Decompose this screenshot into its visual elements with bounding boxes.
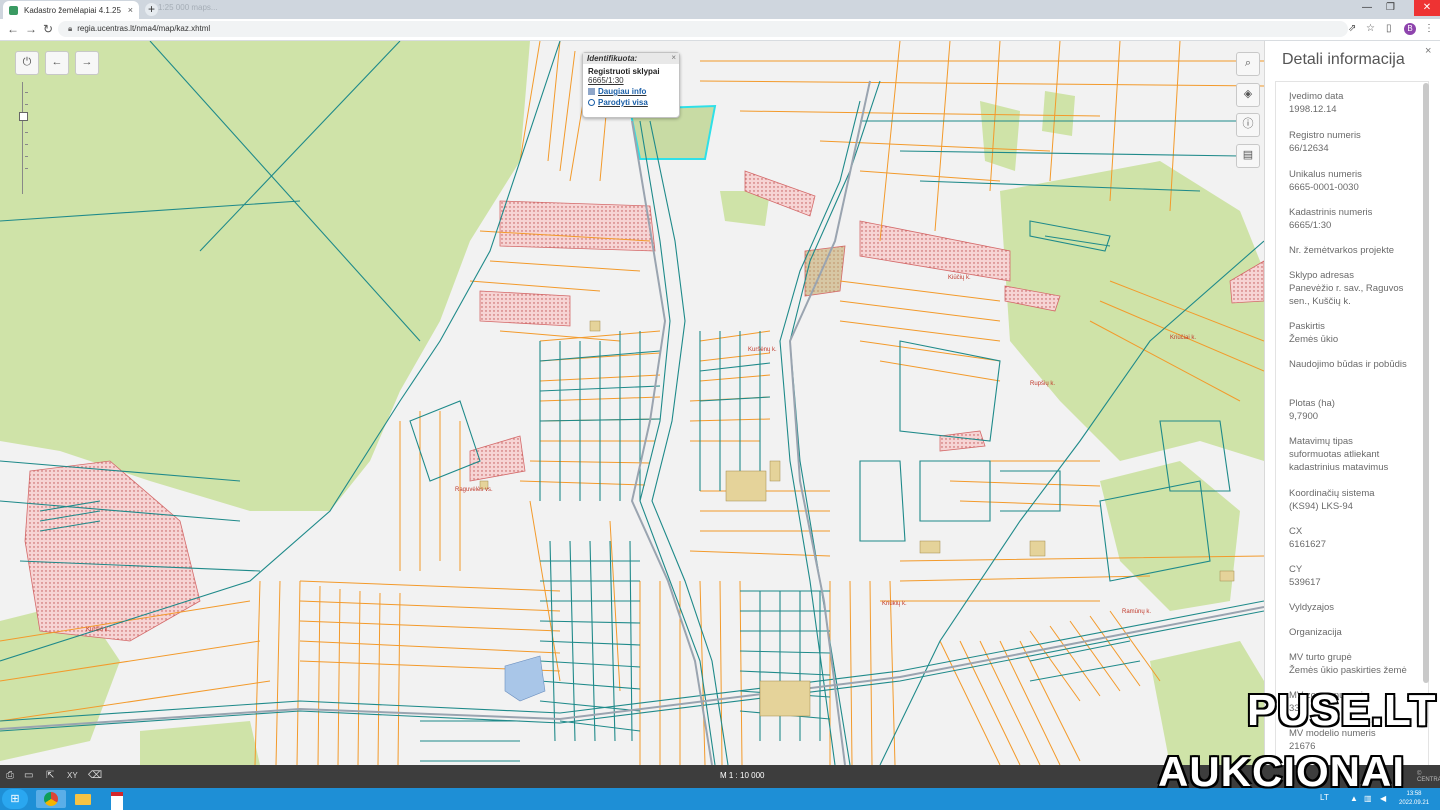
place-label: Raguvėlės vs. (455, 487, 493, 493)
share-icon[interactable]: ⇗ (1348, 23, 1356, 34)
detail-field: CY 539617 (1289, 564, 1321, 588)
detail-field: Paskirtis Žemės ūkio (1289, 321, 1339, 345)
panel-close-icon[interactable]: × (1425, 45, 1431, 57)
detail-field: CX 6161627 (1289, 526, 1326, 550)
detail-field: Unikalus numeris 6665-0001-0030 (1289, 169, 1362, 193)
print-icon[interactable]: ⎙ (6, 770, 14, 781)
chrome-taskbar-icon[interactable] (36, 790, 66, 808)
browser-tab[interactable]: Kadastro žemėlapiai 4.1.25 × (3, 1, 139, 19)
magnifier-icon (588, 99, 595, 106)
menu-dots-icon[interactable]: ⋮ (1424, 23, 1434, 34)
popup-layer-name: Registruoti sklypai (588, 67, 660, 76)
url-text: regia.ucentras.lt/nma4/map/kaz.xhtml (77, 24, 211, 33)
popup-close-icon[interactable]: × (671, 53, 676, 62)
detail-field: Plotas (ha) 9,7900 (1289, 398, 1335, 422)
detail-field: Įvedimo data 1998.12.14 (1289, 91, 1344, 115)
detail-field: Koordinačių sistema (KS94) LKS-94 (1289, 488, 1375, 512)
popup-parcel-number[interactable]: 6665/1:30 (588, 76, 674, 85)
document-icon (588, 88, 595, 95)
url-input[interactable]: 🔒︎ regia.ucentras.lt/nma4/map/kaz.xhtml (58, 21, 1348, 37)
detail-field: Kadastrinis numeris 6665/1:30 (1289, 207, 1373, 231)
detail-field: Registro numeris 66/12634 (1289, 130, 1361, 154)
popup-title: Identifikuota: (583, 53, 679, 64)
more-info-link[interactable]: Daugiau info (588, 87, 674, 96)
detail-field: Matavimų tipas suformuotas atliekant kada… (1289, 436, 1389, 473)
eraser-icon[interactable]: ⌫ (88, 770, 102, 781)
forward-arrow-icon[interactable]: → (25, 22, 37, 36)
detail-field: Organizacija (1289, 627, 1342, 638)
map-forward-button[interactable]: → (75, 51, 99, 75)
water-body (504, 655, 546, 702)
sidebar-icon[interactable]: ▯ (1386, 23, 1392, 34)
info-tool-button[interactable]: ⓘ (1236, 113, 1260, 137)
ruler-icon[interactable]: ▭ (24, 770, 33, 781)
lock-icon: 🔒︎ (68, 24, 73, 33)
watermark-line-1: PUSE.LT (1247, 686, 1437, 735)
detail-field: Vyldyzajos (1289, 602, 1335, 613)
zoom-slider-handle[interactable] (19, 112, 28, 121)
map-back-button[interactable]: ← (45, 51, 69, 75)
place-label: Kriūkių k. (882, 601, 907, 607)
minimize-icon[interactable]: — (1362, 2, 1372, 13)
place-label: Kuršio k. (86, 627, 110, 633)
export-icon[interactable]: ⇱ (46, 770, 54, 781)
address-bar-row: ← → ↻ 🔒︎ regia.ucentras.lt/nma4/map/kaz.x… (0, 19, 1440, 41)
detail-panel: Detali informacija × Įvedimo data 1998.12… (1264, 41, 1440, 767)
window-close-button[interactable]: ✕ (1414, 0, 1440, 16)
start-button[interactable]: ⊞ (2, 789, 28, 809)
cadastral-map[interactable]: Kiūčių k. Kriūčiai k. Rupšių k. Kuršėnų … (0, 41, 1264, 765)
back-arrow-icon[interactable]: ← (7, 22, 19, 36)
layers-tool-button[interactable]: ◈ (1236, 83, 1260, 107)
panel-title: Detali informacija (1282, 51, 1405, 68)
credit-text: © CENTRAS (1417, 771, 1440, 783)
site-favicon-icon (9, 5, 18, 15)
tab-title: Kadastro žemėlapiai 4.1.25 (24, 5, 121, 15)
browser-tab-strip: Kadastro žemėlapiai 4.1.25 × + 1:25 000 … (0, 0, 1440, 19)
folder-taskbar-icon[interactable] (68, 790, 98, 808)
background-tab-hint: 1:25 000 maps... (158, 3, 218, 12)
watermark-line-2: AUKCIONAI (1158, 748, 1405, 795)
detail-field: Sklypo adresas Panevėžio r. sav., Raguvos… (1289, 270, 1404, 307)
identify-popup: Identifikuota: × Registruoti sklypai 666… (582, 52, 680, 118)
place-label: Kuršėnų k. (748, 347, 777, 353)
place-label: Kiūčių k. (948, 275, 971, 281)
place-label: Kriūčiai k. (1170, 335, 1197, 341)
detail-field: MV turto grupė Žemės ūkio paskirties žemė (1289, 652, 1407, 676)
detail-field: Naudojimo būdas ir pobūdis (1289, 359, 1407, 370)
map-canvas[interactable] (0, 41, 1264, 765)
legend-tool-button[interactable]: ▤ (1236, 144, 1260, 168)
search-tool-button[interactable]: ⌕ (1236, 52, 1260, 76)
tab-close-icon[interactable]: × (128, 5, 133, 15)
zoom-slider[interactable] (19, 82, 28, 194)
new-tab-button[interactable]: + (145, 3, 158, 16)
map-scale: M 1 : 10 000 (720, 771, 765, 780)
reload-icon[interactable]: ↻ (43, 22, 53, 36)
pdf-taskbar-icon[interactable] (102, 790, 132, 810)
maximize-icon[interactable]: ❐ (1386, 2, 1395, 13)
power-button[interactable]: ⏻ (15, 51, 39, 75)
profile-avatar[interactable]: B (1404, 23, 1416, 35)
panel-scrollbar[interactable] (1423, 83, 1429, 683)
detail-field: Nr. žemėtvarkos projekte (1289, 245, 1395, 256)
coordinates-icon[interactable]: XY (67, 771, 78, 780)
place-label: Ramūnų k. (1122, 609, 1152, 615)
bookmark-star-icon[interactable]: ☆ (1366, 23, 1375, 34)
place-label: Rupšių k. (1030, 381, 1056, 387)
forest-areas (0, 41, 1264, 765)
detail-fields-list: Įvedimo data 1998.12.14 Registro numeris 6… (1275, 81, 1429, 767)
show-all-link[interactable]: Parodyti visa (588, 98, 674, 107)
